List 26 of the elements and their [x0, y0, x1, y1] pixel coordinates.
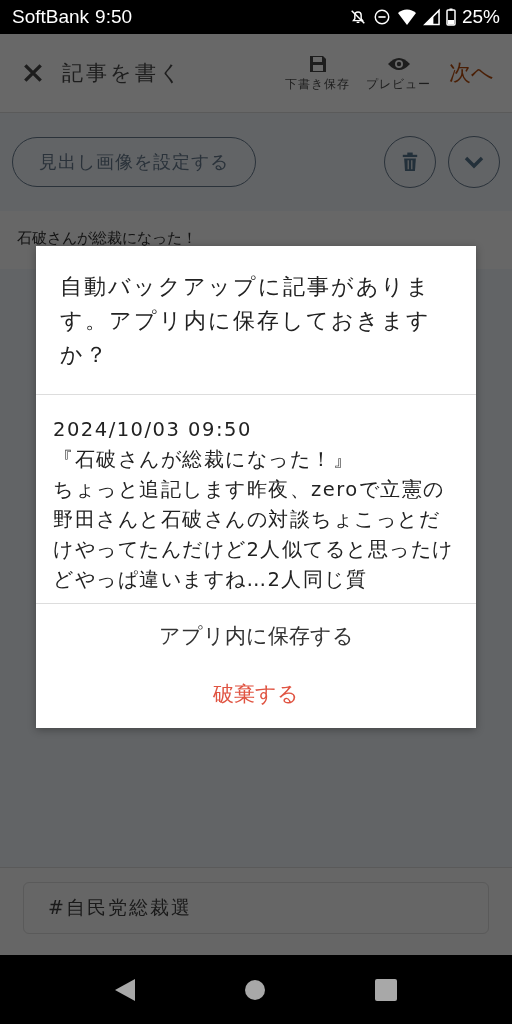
battery-level: 25%	[461, 6, 500, 28]
backup-date: 2024/10/03 09:50	[53, 417, 253, 443]
back-icon[interactable]	[115, 978, 135, 1001]
do-not-disturb-icon	[372, 8, 391, 26]
muted-bell-icon	[348, 8, 367, 26]
preview-button[interactable]: プレビュー	[366, 53, 431, 93]
close-icon[interactable]	[22, 62, 44, 84]
page-title: 記事を書く	[62, 60, 184, 87]
set-cover-image-button[interactable]: 見出し画像を設定する	[12, 137, 256, 187]
chevron-down-icon	[464, 155, 484, 169]
wifi-icon	[396, 8, 417, 26]
trash-icon	[401, 152, 419, 172]
save-draft-button[interactable]: 下書き保存	[285, 53, 350, 93]
save-in-app-button[interactable]: アプリ内に保存する	[148, 614, 364, 658]
home-icon[interactable]	[245, 979, 265, 1000]
backup-title: 『石破さんが総裁になった！』	[53, 447, 355, 473]
battery-icon	[445, 8, 456, 26]
clock: 9:50	[95, 6, 133, 28]
next-button[interactable]: 次へ	[449, 58, 494, 88]
recents-icon[interactable]	[375, 978, 397, 1001]
carrier-name: SoftBank	[12, 6, 90, 28]
backup-text: ちょっと追記します昨夜、zeroで立憲の野田さんと石破さんの対談ちょこっとだけやってたんだけど2人似てると思ったけどやっぱ違いますね…2人同じ質	[53, 477, 455, 593]
dialog-message: 自動バックアップに記事があります。アプリ内に保存しておきますか？	[59, 273, 432, 369]
hashtag-field[interactable]: #自民党総裁選	[23, 882, 489, 934]
signal-icon	[422, 8, 440, 26]
discard-button[interactable]: 破棄する	[203, 672, 309, 716]
